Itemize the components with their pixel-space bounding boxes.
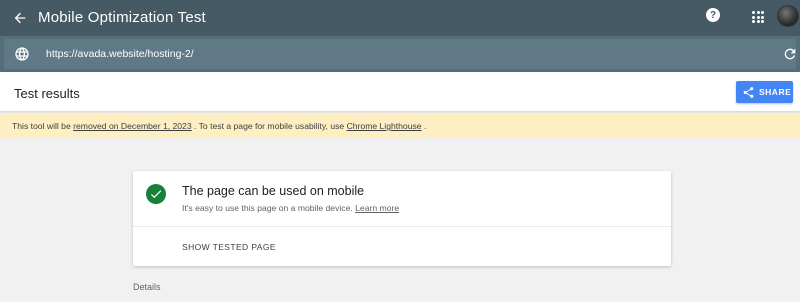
result-subtitle: It's easy to use this page on a mobile d… [182,203,399,213]
app-title: Mobile Optimization Test [38,9,206,26]
learn-more-link[interactable]: Learn more [355,203,399,213]
result-card: The page can be used on mobile It's easy… [133,171,671,266]
share-label: SHARE [759,87,792,97]
notice-suffix: . [423,121,427,131]
reload-icon[interactable] [782,46,798,62]
share-button[interactable]: SHARE [736,81,793,103]
details-label: Details [133,282,161,292]
chrome-lighthouse-link[interactable]: Chrome Lighthouse [347,121,422,131]
share-icon [743,86,754,98]
result-title: The page can be used on mobile [182,184,365,198]
show-tested-page-button[interactable]: SHOW TESTED PAGE [182,242,276,252]
check-circle-icon [146,184,166,204]
url-field[interactable]: https://avada.website/hosting-2/ [4,39,796,69]
results-header: Test results [0,72,800,112]
url-bar: https://avada.website/hosting-2/ [0,36,800,72]
result-subtitle-text: It's easy to use this page on a mobile d… [182,203,353,213]
card-divider [133,226,671,227]
url-text[interactable]: https://avada.website/hosting-2/ [46,48,194,60]
deprecation-banner: This tool will be removed on December 1,… [0,113,800,138]
help-icon[interactable]: ? [706,8,720,22]
avatar[interactable] [777,5,799,27]
arrow-back-icon[interactable] [8,6,32,30]
removed-date-link[interactable]: removed on December 1, 2023 [73,121,191,131]
globe-icon [14,46,30,62]
page-title: Test results [14,86,80,101]
notice-prefix: This tool will be [12,121,71,131]
notice-middle: . To test a page for mobile usability, u… [194,121,345,131]
app-header: Mobile Optimization Test ? [0,0,800,36]
apps-grid-icon[interactable] [752,11,764,23]
